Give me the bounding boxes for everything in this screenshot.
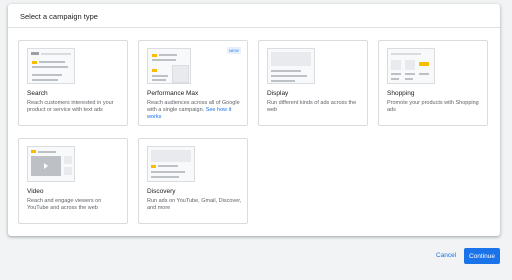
card-title: Shopping xyxy=(387,90,415,97)
card-description: Run ads on YouTube, Gmail, Discover, and… xyxy=(147,198,242,211)
search-illustration-icon xyxy=(27,48,75,84)
performance-max-illustration-icon xyxy=(147,48,191,84)
divider xyxy=(8,27,500,28)
card-title: Discovery xyxy=(147,188,176,195)
card-video[interactable]: Video Reach and engage viewers on YouTub… xyxy=(18,138,128,224)
card-display[interactable]: Display Run different kinds of ads acros… xyxy=(258,40,368,126)
campaign-type-dialog: Select a campaign type Search Reach cust… xyxy=(8,4,500,236)
shopping-illustration-icon xyxy=(387,48,435,84)
dialog-title: Select a campaign type xyxy=(20,12,98,21)
card-title: Video xyxy=(27,188,44,195)
discovery-illustration-icon xyxy=(147,146,195,182)
card-description: Run different kinds of ads across the we… xyxy=(267,100,357,113)
display-illustration-icon xyxy=(267,48,315,84)
card-search[interactable]: Search Reach customers interested in you… xyxy=(18,40,128,126)
card-description: Promote your products with Shopping ads xyxy=(387,100,479,113)
continue-button[interactable]: Continue xyxy=(464,248,500,264)
play-icon xyxy=(44,163,48,169)
cancel-button[interactable]: Cancel xyxy=(436,252,456,259)
card-performance-max[interactable]: NEW Performance Max Reach audiences acro… xyxy=(138,40,248,126)
video-illustration-icon xyxy=(27,146,75,182)
card-title: Search xyxy=(27,90,48,97)
card-description: Reach and engage viewers on YouTube and … xyxy=(27,198,102,211)
card-description: Reach audiences across all of Google wit… xyxy=(147,100,240,120)
card-shopping[interactable]: Shopping Promote your products with Shop… xyxy=(378,40,488,126)
new-badge: NEW xyxy=(227,47,241,54)
card-title: Performance Max xyxy=(147,90,199,97)
card-title: Display xyxy=(267,90,289,97)
card-description: Reach customers interested in your produ… xyxy=(27,100,114,113)
card-discovery[interactable]: Discovery Run ads on YouTube, Gmail, Dis… xyxy=(138,138,248,224)
